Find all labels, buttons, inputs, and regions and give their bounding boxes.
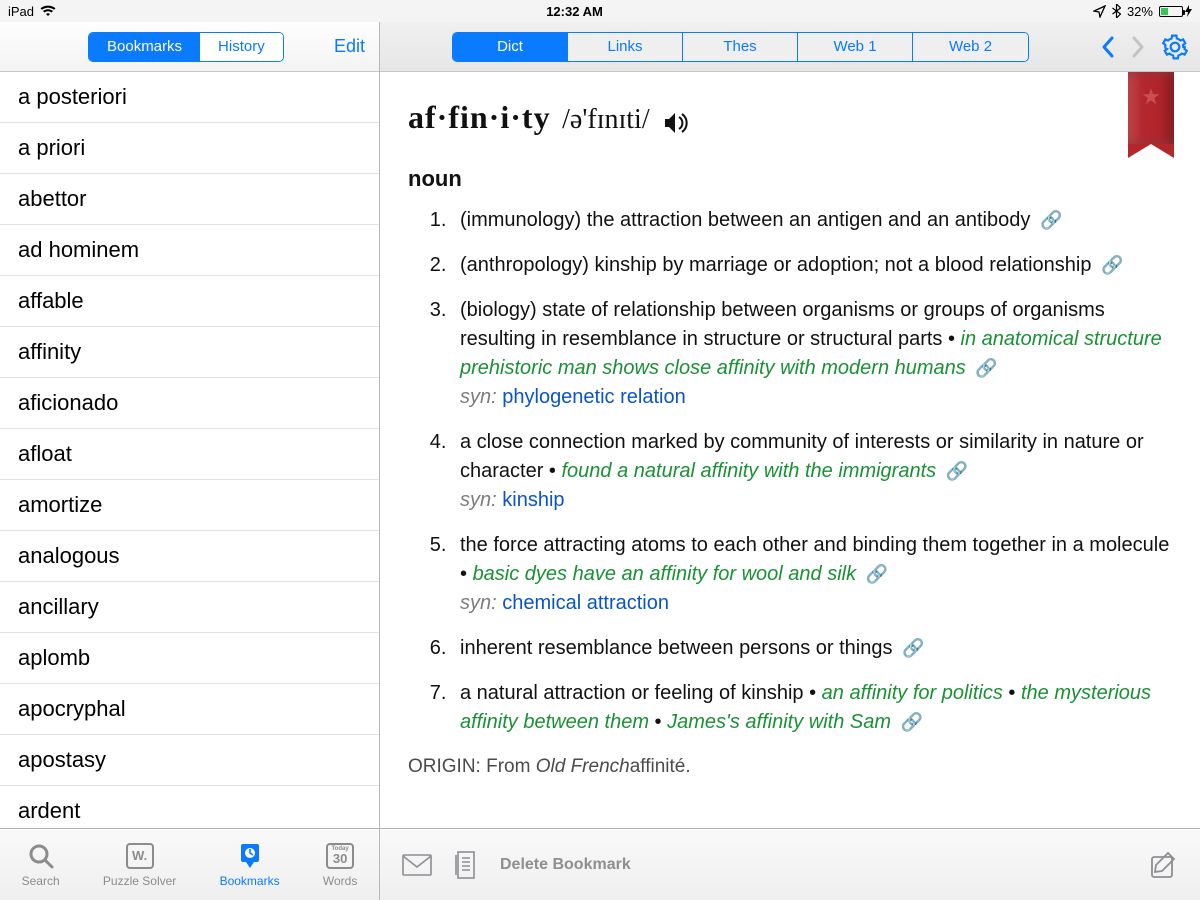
bookmark-doc-icon[interactable] bbox=[454, 851, 478, 879]
bottom-tab-bar[interactable]: Search W. Puzzle Solver Bookmarks Today30 Wor… bbox=[0, 829, 380, 900]
link-icon[interactable]: 🔗 bbox=[902, 638, 924, 658]
list-item[interactable]: apostasy bbox=[0, 735, 379, 786]
bottom-bar: Search W. Puzzle Solver Bookmarks Today30 Wor… bbox=[0, 828, 1200, 900]
list-item[interactable]: a priori bbox=[0, 123, 379, 174]
battery-percent: 32% bbox=[1127, 4, 1153, 19]
compose-icon[interactable] bbox=[1150, 851, 1178, 879]
settings-gear-icon[interactable] bbox=[1162, 34, 1188, 60]
star-icon: ★ bbox=[1141, 84, 1161, 110]
definition-item: (anthropology) kinship by marriage or ad… bbox=[452, 251, 1172, 280]
synonym-link[interactable]: phylogenetic relation bbox=[502, 386, 685, 408]
bookmarks-icon bbox=[238, 842, 262, 870]
view-tab-web-1[interactable]: Web 1 bbox=[798, 33, 913, 61]
part-of-speech: noun bbox=[408, 163, 1172, 195]
link-icon[interactable]: 🔗 bbox=[1040, 210, 1062, 230]
tab-label: Words bbox=[323, 874, 357, 888]
location-icon bbox=[1093, 5, 1106, 18]
definition-item: (immunology) the attraction between an a… bbox=[452, 206, 1172, 235]
tab-words[interactable]: Today30 Words bbox=[323, 842, 357, 888]
puzzle-solver-icon: W. bbox=[126, 842, 154, 870]
definition-item: a natural attraction or feeling of kinsh… bbox=[452, 679, 1172, 737]
definitions-list: (immunology) the attraction between an a… bbox=[452, 206, 1172, 737]
tab-search[interactable]: Search bbox=[22, 842, 60, 888]
list-item[interactable]: affinity bbox=[0, 327, 379, 378]
battery-icon bbox=[1159, 5, 1192, 17]
definition-item: the force attracting atoms to each other… bbox=[452, 531, 1172, 618]
view-mode-segmented[interactable]: DictLinksThesWeb 1Web 2 bbox=[452, 32, 1029, 62]
mail-icon[interactable] bbox=[402, 854, 432, 876]
list-item[interactable]: afloat bbox=[0, 429, 379, 480]
view-tab-dict[interactable]: Dict bbox=[453, 33, 568, 61]
bookmarks-history-segmented[interactable]: Bookmarks History bbox=[88, 32, 284, 62]
list-item[interactable]: affable bbox=[0, 276, 379, 327]
list-item[interactable]: aficionado bbox=[0, 378, 379, 429]
list-item[interactable]: a posteriori bbox=[0, 72, 379, 123]
list-item[interactable]: aplomb bbox=[0, 633, 379, 684]
link-icon[interactable]: 🔗 bbox=[946, 461, 968, 481]
definition-item: a close connection marked by community o… bbox=[452, 428, 1172, 515]
origin-line: ORIGIN: From Old Frenchaffinité. bbox=[408, 753, 1172, 781]
list-item[interactable]: ancillary bbox=[0, 582, 379, 633]
list-item[interactable]: apocryphal bbox=[0, 684, 379, 735]
seg-bookmarks[interactable]: Bookmarks bbox=[89, 33, 200, 61]
bookmark-word-list[interactable]: a posterioria prioriabettorad hominemaff… bbox=[0, 72, 379, 828]
seg-history[interactable]: History bbox=[200, 33, 283, 61]
list-item[interactable]: ad hominem bbox=[0, 225, 379, 276]
search-icon bbox=[27, 842, 55, 870]
view-tab-links[interactable]: Links bbox=[568, 33, 683, 61]
words-calendar-icon: Today30 bbox=[326, 842, 354, 870]
pronunciation: /ə'fɪnɪti/ bbox=[562, 104, 649, 135]
tab-puzzle-solver[interactable]: W. Puzzle Solver bbox=[103, 842, 176, 888]
list-item[interactable]: abettor bbox=[0, 174, 379, 225]
nav-back-button[interactable] bbox=[1098, 35, 1118, 59]
link-icon[interactable]: 🔗 bbox=[975, 358, 997, 378]
status-bar: iPad 12:32 AM 32% bbox=[0, 0, 1200, 22]
tab-label: Search bbox=[22, 874, 60, 888]
wifi-icon bbox=[40, 5, 56, 17]
link-icon[interactable]: 🔗 bbox=[866, 564, 888, 584]
list-item[interactable]: analogous bbox=[0, 531, 379, 582]
link-icon[interactable]: 🔗 bbox=[901, 712, 923, 732]
tab-label: Bookmarks bbox=[220, 874, 280, 888]
synonym-link[interactable]: chemical attraction bbox=[502, 592, 669, 614]
nav-forward-button bbox=[1128, 35, 1148, 59]
tab-label: Puzzle Solver bbox=[103, 874, 176, 888]
list-item[interactable]: amortize bbox=[0, 480, 379, 531]
view-tab-thes[interactable]: Thes bbox=[683, 33, 798, 61]
link-icon[interactable]: 🔗 bbox=[1101, 255, 1123, 275]
synonym-link[interactable]: kinship bbox=[502, 489, 564, 511]
definition-item: inherent resemblance between persons or … bbox=[452, 634, 1172, 663]
tab-bookmarks[interactable]: Bookmarks bbox=[220, 842, 280, 888]
left-toolbar: Bookmarks History Edit bbox=[0, 22, 379, 72]
bookmark-ribbon[interactable]: ★ bbox=[1128, 72, 1174, 144]
device-label: iPad bbox=[8, 4, 34, 19]
speaker-icon[interactable] bbox=[663, 111, 689, 135]
right-toolbar: DictLinksThesWeb 1Web 2 bbox=[380, 22, 1200, 72]
edit-button[interactable]: Edit bbox=[334, 36, 365, 57]
delete-bookmark-button[interactable]: Delete Bookmark bbox=[500, 856, 631, 874]
list-item[interactable]: ardent bbox=[0, 786, 379, 828]
status-time: 12:32 AM bbox=[546, 4, 603, 19]
definition-pane: af·fin·i·ty /ə'fɪnɪti/ noun (immunology)… bbox=[380, 72, 1200, 828]
definition-item: (biology) state of relationship between … bbox=[452, 296, 1172, 412]
bluetooth-icon bbox=[1112, 4, 1121, 18]
view-tab-web-2[interactable]: Web 2 bbox=[913, 33, 1028, 61]
headword: af·fin·i·ty bbox=[408, 99, 551, 135]
